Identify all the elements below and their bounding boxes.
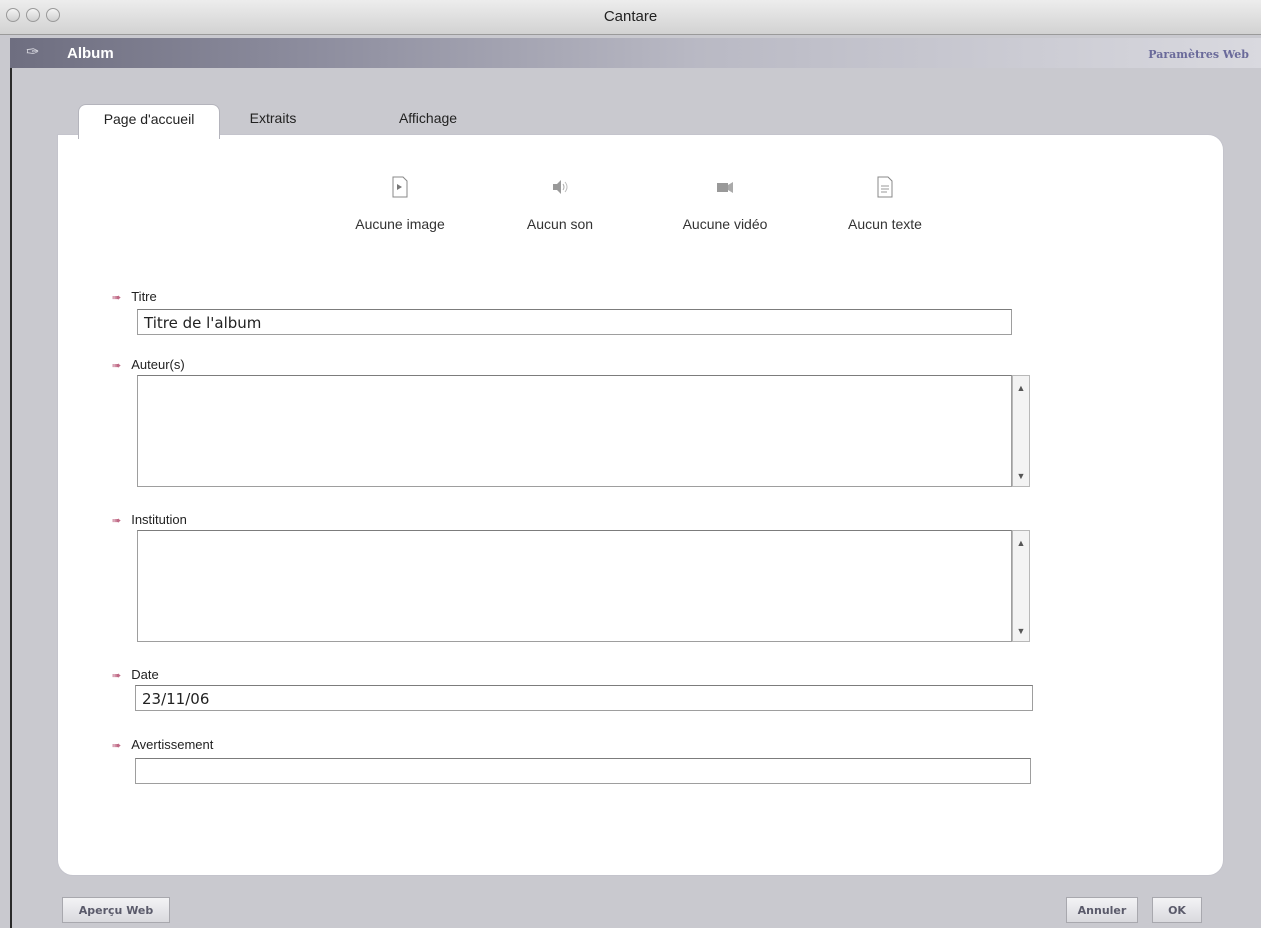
speaker-icon [553,180,568,194]
arrow-bullet-icon: ➠ [112,292,122,304]
scroll-down-arrow-icon[interactable]: ▼ [1013,468,1029,484]
cancel-button[interactable]: Annuler [1066,897,1138,923]
arrow-bullet-icon: ➠ [112,740,122,752]
institution-scrollbar[interactable]: ▲ ▼ [1012,530,1030,642]
auteurs-textarea[interactable] [137,375,1012,487]
scroll-down-arrow-icon[interactable]: ▼ [1013,623,1029,639]
image-file-icon [392,176,408,198]
web-parameters-link[interactable]: Paramètres Web [1148,48,1249,61]
ok-button[interactable]: OK [1152,897,1202,923]
date-field[interactable]: 23/11/06 [135,685,1033,711]
web-preview-button[interactable]: Aperçu Web [62,897,170,923]
sound-slot-label: Aucun son [526,216,594,232]
text-file-icon [877,176,893,198]
titre-field[interactable]: Titre de l'album [137,309,1012,335]
video-slot[interactable]: Aucune vidéo [660,176,790,232]
arrow-bullet-icon: ➠ [112,515,122,527]
scroll-up-arrow-icon[interactable]: ▲ [1013,535,1029,551]
section-title: Album [67,45,114,62]
sound-slot[interactable]: Aucun son [495,176,625,232]
text-slot-label: Aucun texte [848,216,922,232]
auteurs-scrollbar[interactable]: ▲ ▼ [1012,375,1030,487]
avertissement-field[interactable] [135,758,1031,784]
auteurs-label: ➠ Auteur(s) [112,357,185,372]
section-header: ✑ Album Paramètres Web [10,38,1261,68]
tab-affichage[interactable]: Affichage [368,104,488,138]
image-slot[interactable]: Aucune image [335,176,465,232]
arrow-bullet-icon: ➠ [112,360,122,372]
window-left-border [10,68,12,928]
tab-extraits[interactable]: Extraits [228,104,318,138]
feather-icon: ✑ [26,44,40,61]
institution-label: ➠ Institution [112,512,187,527]
tab-page-accueil[interactable]: Page d'accueil [78,104,220,139]
window-title-bar: Cantare [0,0,1261,35]
avertissement-label: ➠ Avertissement [112,737,214,752]
text-slot[interactable]: Aucun texte [820,176,950,232]
date-label: ➠ Date [112,667,159,682]
video-slot-label: Aucune vidéo [682,216,768,232]
arrow-bullet-icon: ➠ [112,670,122,682]
institution-textarea[interactable] [137,530,1012,642]
video-camera-icon [717,182,733,193]
scroll-up-arrow-icon[interactable]: ▲ [1013,380,1029,396]
image-slot-label: Aucune image [355,216,445,232]
titre-label: ➠ Titre [112,289,157,304]
window-title: Cantare [603,8,658,25]
